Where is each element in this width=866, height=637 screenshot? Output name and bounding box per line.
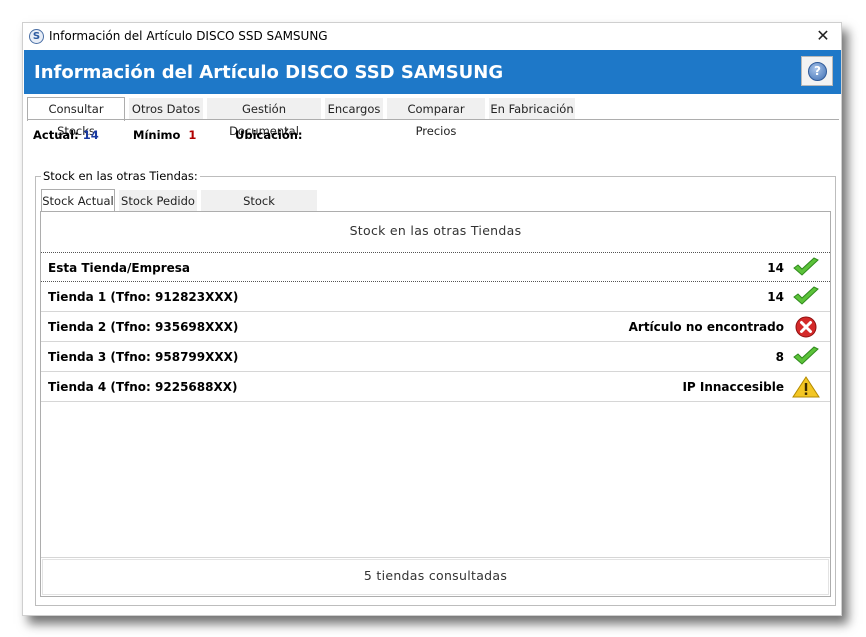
tab-consultar-stocks[interactable]: Consultar Stocks — [27, 97, 125, 138]
table-row[interactable]: Tienda 4 (Tfno: 9225688XX) IP Innaccesib… — [41, 372, 830, 402]
subtab-stock-pedido[interactable]: Stock Pedido — [119, 190, 197, 212]
tab-otros-datos[interactable]: Otros Datos — [129, 98, 203, 120]
store-name: Tienda 1 (Tfno: 912823XXX) — [48, 290, 239, 304]
help-button[interactable]: ? — [801, 56, 833, 86]
footer-frame — [42, 559, 829, 595]
store-value: Artículo no encontrado — [628, 320, 784, 334]
stock-panel: Stock en las otras Tiendas Esta Tienda/E… — [40, 211, 831, 597]
minimo-label: Mínimo — [133, 128, 181, 142]
window-title: Información del Artículo DISCO SSD SAMSU… — [49, 29, 328, 43]
actual-value: 14 — [82, 128, 99, 142]
ubicacion-field: Ubicación: — [235, 128, 303, 142]
subtab-stock-presupuestado[interactable]: Stock Presupuestado — [201, 190, 317, 230]
tab-encargos[interactable]: Encargos — [325, 98, 383, 120]
subtab-stock-actual[interactable]: Stock Actual — [41, 189, 115, 213]
actual-field: Actual: 14 — [33, 128, 99, 142]
article-info-window: S Información del Artículo DISCO SSD SAM… — [22, 22, 842, 616]
header-banner: Información del Artículo DISCO SSD SAMSU… — [24, 50, 841, 94]
title-bar: S Información del Artículo DISCO SSD SAM… — [23, 23, 841, 50]
store-name: Tienda 2 (Tfno: 935698XXX) — [48, 320, 239, 334]
check-icon — [793, 286, 819, 305]
tab-en-fabricacion[interactable]: En Fabricación — [489, 98, 575, 120]
table-row[interactable]: Tienda 2 (Tfno: 935698XXX) Artículo no e… — [41, 312, 830, 342]
minimo-value: 1 — [188, 128, 197, 142]
stock-group-label: Stock en las otras Tiendas: — [41, 169, 200, 183]
table-row[interactable]: Tienda 1 (Tfno: 912823XXX) 14 — [41, 282, 830, 312]
panel-footer: 5 tiendas consultadas — [41, 557, 830, 596]
store-value: 14 — [767, 290, 784, 304]
minimo-field: Mínimo 1 — [133, 128, 196, 142]
store-name: Tienda 4 (Tfno: 9225688XX) — [48, 380, 238, 394]
tab-gestion-documental[interactable]: Gestión Documental — [207, 98, 321, 138]
store-value: IP Innaccesible — [682, 380, 784, 394]
help-icon: ? — [808, 62, 827, 81]
warning-icon — [792, 376, 820, 398]
table-row[interactable]: Tienda 3 (Tfno: 958799XXX) 8 — [41, 342, 830, 372]
check-icon — [793, 346, 819, 365]
tabs-divider — [27, 119, 839, 120]
tab-comparar-precios[interactable]: Comparar Precios — [387, 98, 485, 138]
table-row[interactable]: Esta Tienda/Empresa 14 — [41, 252, 830, 282]
panel-title: Stock en las otras Tiendas — [349, 223, 522, 238]
app-logo-icon: S — [29, 29, 44, 44]
store-value: 14 — [767, 261, 784, 275]
close-button[interactable]: ✕ — [811, 25, 835, 47]
store-value: 8 — [775, 350, 784, 364]
actual-label: Actual: — [33, 128, 79, 142]
store-name: Tienda 3 (Tfno: 958799XXX) — [48, 350, 239, 364]
store-name: Esta Tienda/Empresa — [48, 261, 190, 275]
error-icon — [795, 316, 817, 338]
check-icon — [793, 257, 819, 276]
page-title: Información del Artículo DISCO SSD SAMSU… — [34, 62, 504, 83]
ubicacion-label: Ubicación: — [235, 128, 303, 142]
